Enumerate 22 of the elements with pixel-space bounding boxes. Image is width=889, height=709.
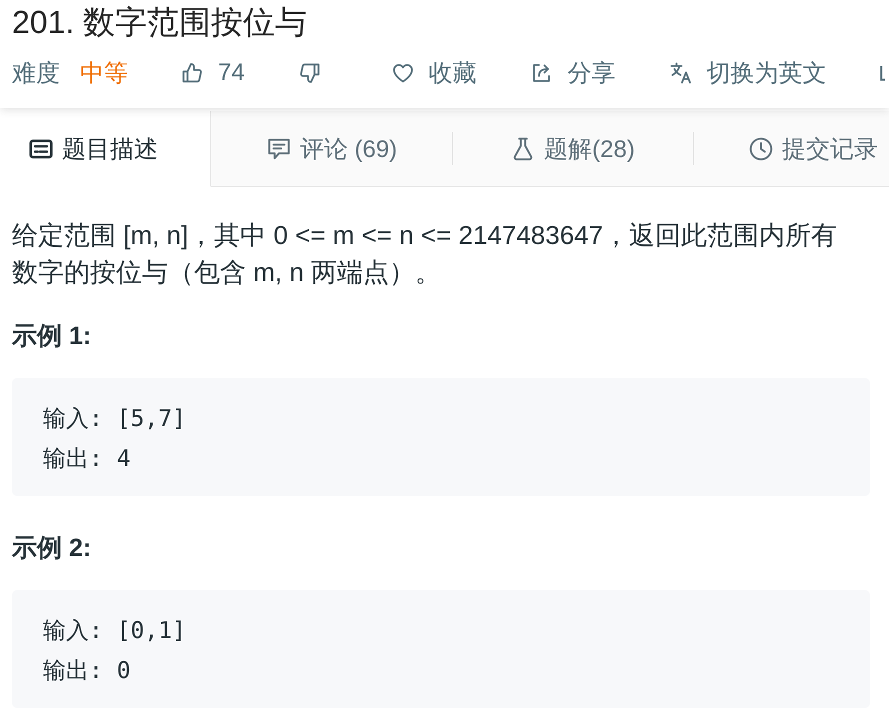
heart-icon [390, 61, 415, 85]
clock-icon [748, 136, 774, 162]
like-button[interactable]: 74 [180, 59, 245, 87]
dislike-button[interactable] [298, 61, 322, 85]
problem-description: 给定范围 [m, n]，其中 0 <= m <= n <= 2147483647，返回此范围内所有数字的按位与（包含 m, n 两端点）。 [12, 219, 838, 289]
code-line: 输入: [5,7] [43, 405, 187, 434]
cut-off-icon[interactable] [880, 65, 885, 81]
code-line: 输入: [0,1] [43, 617, 187, 646]
difficulty-value: 中等 [80, 59, 128, 89]
code-line: 输出: 0 [43, 657, 132, 686]
example-heading: 示例 2: [12, 533, 92, 564]
difficulty-label: 难度 [12, 59, 60, 89]
favorite-button[interactable]: 收藏 [390, 57, 477, 89]
translate-icon [668, 61, 693, 85]
tab[interactable]: 题目描述 [0, 111, 211, 187]
thumbs-down-icon [298, 61, 322, 85]
code-line: 输出: 4 [43, 445, 132, 474]
example-heading: 示例 1: [12, 321, 92, 352]
thumbs-up-icon [180, 61, 204, 85]
problem-title: 201. 数字范围按位与 [12, 3, 308, 42]
share-button[interactable]: 分享 [530, 57, 616, 89]
translate-button[interactable]: 切换为英文 [668, 57, 827, 89]
